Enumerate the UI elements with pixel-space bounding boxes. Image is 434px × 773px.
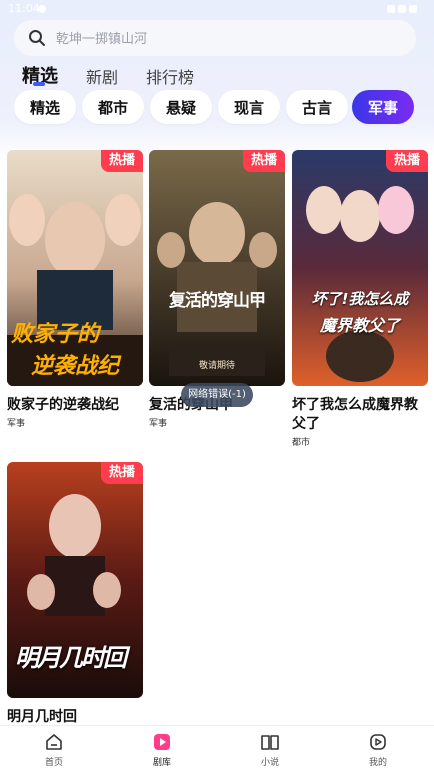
chip-urban[interactable]: 都市 xyxy=(82,90,144,124)
search-icon xyxy=(29,30,45,46)
drama-card[interactable]: 坏了!我怎么成 魔界教父了 热播 坏了我怎么成魔界教父了 都市 xyxy=(292,150,428,448)
nav-profile-label: 我的 xyxy=(368,758,387,768)
nav-home-label: 首页 xyxy=(44,758,63,768)
profile-icon xyxy=(370,734,386,750)
status-time: 11:04 xyxy=(8,2,40,15)
nav-library-label: 剧库 xyxy=(152,758,171,768)
hot-badge: 热播 xyxy=(242,150,285,172)
drama-poster[interactable]: 复活的穿山甲 敬请期待 热播 xyxy=(149,150,285,386)
search-bar[interactable] xyxy=(14,20,416,56)
chip-suspense[interactable]: 悬疑 xyxy=(150,90,212,124)
tab-new[interactable]: 新剧 xyxy=(86,64,118,88)
poster-title-art: 坏了!我怎么成 xyxy=(311,290,409,308)
poster-title-art-2: 魔界教父了 xyxy=(319,316,400,335)
poster-subtitle-art: 敬请期待 xyxy=(198,361,235,371)
chip-military[interactable]: 军事 xyxy=(352,90,414,124)
chip-modern-romance[interactable]: 现言 xyxy=(218,90,280,124)
nav-novel[interactable]: 小说 xyxy=(240,732,300,768)
nav-home[interactable]: 首页 xyxy=(24,732,84,768)
chip-featured[interactable]: 精选 xyxy=(14,90,76,124)
category-chips: 精选 都市 悬疑 现言 古言 军事 xyxy=(0,90,434,128)
nav-profile[interactable]: 我的 xyxy=(348,732,408,768)
drama-card[interactable]: 败家子的 逆袭战纪 热播 败家子的逆袭战纪 军事 xyxy=(7,150,143,429)
nav-library[interactable]: 剧库 xyxy=(132,732,192,768)
hot-badge: 热播 xyxy=(100,150,143,172)
poster-title-art: 复活的穿山甲 xyxy=(169,291,266,311)
home-icon xyxy=(46,734,62,750)
drama-poster[interactable]: 明月几时回 热播 xyxy=(7,462,143,698)
drama-card[interactable]: 明月几时回 热播 明月几时回 xyxy=(7,462,143,727)
drama-genre-tag: 军事 xyxy=(7,419,26,429)
tab-indicator xyxy=(33,82,45,86)
hot-badge: 热播 xyxy=(100,462,143,484)
status-bar: 11:04 xyxy=(0,0,434,18)
notification-dot-icon xyxy=(38,5,46,13)
poster-title-art-2: 逆袭战纪 xyxy=(31,353,120,379)
poster-title-art: 明月几时回 xyxy=(15,644,127,672)
status-icons xyxy=(384,3,424,13)
nav-novel-label: 小说 xyxy=(260,758,279,768)
drama-poster[interactable]: 败家子的 逆袭战纪 热播 xyxy=(7,150,143,386)
poster-title-art: 败家子的 xyxy=(11,321,100,347)
drama-genre-tag: 军事 xyxy=(149,419,168,429)
play-icon xyxy=(154,734,170,750)
tab-ranking[interactable]: 排行榜 xyxy=(146,64,194,88)
hot-badge: 热播 xyxy=(385,150,428,172)
drama-poster[interactable]: 坏了!我怎么成 魔界教父了 热播 xyxy=(292,150,428,386)
chip-ancient-romance[interactable]: 古言 xyxy=(286,90,348,124)
book-icon xyxy=(261,735,279,750)
error-toast: 网络错误(-1) xyxy=(181,383,253,407)
drama-title[interactable]: 败家子的逆袭战纪 xyxy=(7,396,143,415)
drama-genre-tag: 都市 xyxy=(292,438,311,448)
search-input[interactable] xyxy=(54,26,398,52)
bottom-nav: 首页 剧库 小说 我的 xyxy=(0,725,434,773)
drama-title[interactable]: 坏了我怎么成魔界教父了 xyxy=(292,396,428,434)
